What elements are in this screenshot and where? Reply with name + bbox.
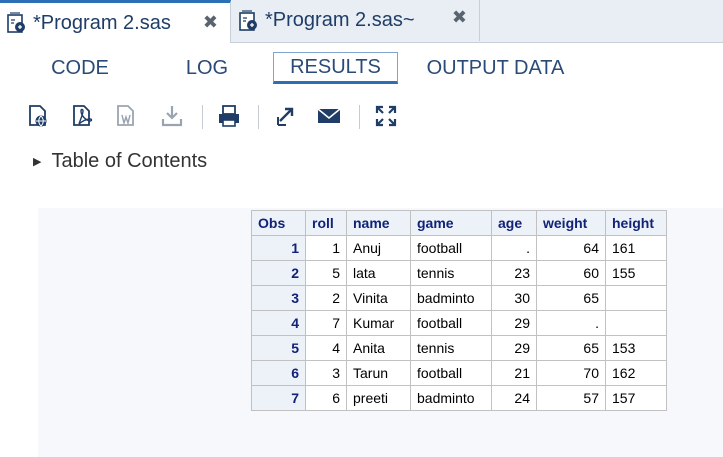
open-new-window-icon[interactable]: [271, 102, 299, 130]
cell-age: .: [491, 235, 537, 261]
close-icon[interactable]: ✖: [203, 12, 218, 33]
column-header-roll: roll: [305, 210, 347, 236]
email-icon[interactable]: [315, 102, 343, 130]
table-row: 5 4 Anita tennis 29 65 153: [251, 335, 667, 361]
download-rtf-icon[interactable]: [112, 102, 140, 130]
cell-obs: 7: [251, 385, 306, 411]
cell-name: Kumar: [346, 310, 411, 336]
cell-age: 29: [491, 335, 537, 361]
cell-weight: 65: [536, 285, 606, 311]
cell-name: Vinita: [346, 285, 411, 311]
cell-game: tennis: [410, 335, 492, 361]
cell-roll: 4: [305, 335, 347, 361]
cell-height: 161: [605, 235, 667, 261]
close-icon[interactable]: ✖: [452, 7, 467, 28]
column-header-height: height: [605, 210, 667, 236]
cell-obs: 6: [251, 360, 306, 386]
table-header-row: Obs roll name game age weight height: [251, 210, 667, 236]
cell-game: badminto: [410, 285, 492, 311]
cell-roll: 3: [305, 360, 347, 386]
cell-game: football: [410, 235, 492, 261]
toc-label: Table of Contents: [51, 150, 208, 172]
cell-age: 21: [491, 360, 537, 386]
cell-roll: 5: [305, 260, 347, 286]
column-header-obs: Obs: [251, 210, 306, 236]
cell-weight: 57: [536, 385, 606, 411]
column-header-name: name: [346, 210, 411, 236]
cell-weight: 70: [536, 360, 606, 386]
cell-game: football: [410, 360, 492, 386]
cell-age: 29: [491, 310, 537, 336]
tab-results[interactable]: RESULTS: [273, 52, 398, 84]
table-row: 4 7 Kumar football 29 .: [251, 310, 667, 336]
tab-output-data[interactable]: OUTPUT DATA: [418, 56, 573, 88]
cell-name: Anita: [346, 335, 411, 361]
cell-height: [605, 285, 667, 311]
print-icon[interactable]: [215, 102, 243, 130]
file-tab-label: *Program 2.sas~: [265, 9, 415, 31]
cell-game: football: [410, 310, 492, 336]
cell-obs: 4: [251, 310, 306, 336]
file-tab-program-2-backup[interactable]: *Program 2.sas~ ✖: [232, 0, 480, 41]
cell-roll: 2: [305, 285, 347, 311]
maximize-icon[interactable]: [372, 102, 400, 130]
cell-weight: .: [536, 310, 606, 336]
download-icon[interactable]: [158, 102, 186, 130]
cell-game: tennis: [410, 260, 492, 286]
cell-height: [605, 310, 667, 336]
download-pdf-icon[interactable]: [68, 102, 96, 130]
cell-weight: 60: [536, 260, 606, 286]
file-tab-label: *Program 2.sas: [33, 11, 171, 34]
cell-name: Tarun: [346, 360, 411, 386]
file-tab-bar: *Program 2.sas ✖ *Program 2.sas~ ✖: [0, 0, 723, 43]
file-tab-program-2[interactable]: *Program 2.sas ✖: [0, 0, 231, 43]
table-row: 2 5 lata tennis 23 60 155: [251, 260, 667, 286]
sas-program-icon: [238, 9, 260, 32]
cell-game: badminto: [410, 385, 492, 411]
results-toolbar: [22, 102, 412, 134]
table-row: 1 1 Anuj football . 64 161: [251, 235, 667, 261]
cell-age: 30: [491, 285, 537, 311]
caret-right-icon: ▶: [33, 156, 42, 168]
table-row: 6 3 Tarun football 21 70 162: [251, 360, 667, 386]
cell-name: preeti: [346, 385, 411, 411]
cell-weight: 65: [536, 335, 606, 361]
cell-obs: 3: [251, 285, 306, 311]
cell-roll: 6: [305, 385, 347, 411]
table-row: 3 2 Vinita badminto 30 65: [251, 285, 667, 311]
cell-obs: 2: [251, 260, 306, 286]
cell-age: 24: [491, 385, 537, 411]
sas-program-icon: [6, 12, 28, 34]
cell-height: 155: [605, 260, 667, 286]
column-header-weight: weight: [536, 210, 606, 236]
cell-name: lata: [346, 260, 411, 286]
column-header-game: game: [410, 210, 492, 236]
cell-roll: 1: [305, 235, 347, 261]
tab-log[interactable]: LOG: [176, 56, 238, 88]
cell-obs: 5: [251, 335, 306, 361]
tab-code[interactable]: CODE: [40, 56, 120, 88]
cell-height: 153: [605, 335, 667, 361]
cell-weight: 64: [536, 235, 606, 261]
cell-age: 23: [491, 260, 537, 286]
results-table: Obs roll name game age weight height 1 1…: [251, 210, 667, 411]
column-header-age: age: [491, 210, 537, 236]
cell-roll: 7: [305, 310, 347, 336]
download-html-icon[interactable]: [24, 102, 52, 130]
table-row: 7 6 preeti badminto 24 57 157: [251, 385, 667, 411]
table-of-contents-toggle[interactable]: ▶ Table of Contents: [33, 150, 207, 173]
cell-obs: 1: [251, 235, 306, 261]
cell-height: 157: [605, 385, 667, 411]
cell-name: Anuj: [346, 235, 411, 261]
cell-height: 162: [605, 360, 667, 386]
